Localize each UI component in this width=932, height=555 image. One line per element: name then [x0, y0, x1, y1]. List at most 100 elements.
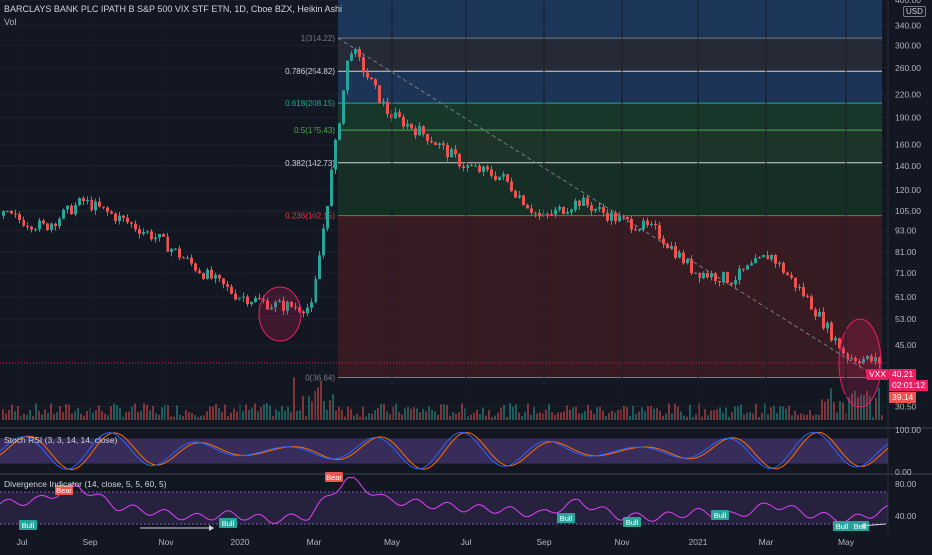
- volume-bar: [659, 410, 661, 420]
- volume-bar: [380, 403, 382, 420]
- chart-svg[interactable]: 400.00 340.00 300.00 260.00 220.00 190.00 160.…: [0, 0, 932, 550]
- volume-bar: [572, 407, 574, 420]
- volume-bar: [368, 413, 370, 420]
- volume-bar: [545, 409, 547, 420]
- divergence-tag: Bull: [219, 518, 237, 528]
- currency-badge[interactable]: USD: [903, 6, 926, 17]
- volume-bar: [134, 403, 136, 420]
- volume-bar: [638, 411, 640, 420]
- time-tick-label: 2021: [689, 537, 708, 547]
- volume-bar: [743, 414, 745, 420]
- price-tick-label: 160.00: [895, 140, 921, 150]
- price-tick-label: 61.00: [895, 292, 917, 302]
- candle-body: [122, 215, 125, 218]
- volume-bar: [92, 412, 94, 420]
- volume-bar: [590, 410, 592, 420]
- candle-body: [406, 123, 409, 127]
- candle-body: [106, 207, 109, 212]
- volume-bar: [311, 401, 313, 420]
- volume-bar: [737, 406, 739, 420]
- volume-bar: [815, 414, 817, 420]
- candle-body: [62, 209, 65, 219]
- volume-bar: [251, 407, 253, 420]
- volume-bar: [746, 412, 748, 420]
- candle-body: [586, 197, 589, 206]
- fib-level-label: 1(314.22): [301, 34, 336, 43]
- divergence-tag-text: Bear: [326, 473, 342, 482]
- candle-body: [522, 195, 525, 206]
- stoch-tick-label: 100.00: [895, 425, 921, 435]
- volume-bar: [110, 406, 112, 420]
- candle-body: [50, 223, 53, 230]
- volume-bar: [650, 405, 652, 420]
- candle-body: [142, 232, 145, 234]
- chart-title: BARCLAYS BANK PLC IPATH B S&P 500 VIX ST…: [4, 4, 342, 14]
- candle-body: [626, 217, 629, 219]
- volume-bar: [356, 413, 358, 420]
- candle-body: [594, 208, 597, 211]
- divergence-tick-label: 80.00: [895, 479, 917, 489]
- volume-bar: [662, 415, 664, 420]
- chart-stage[interactable]: 400.00 340.00 300.00 260.00 220.00 190.00 160.…: [0, 0, 932, 550]
- divergence-tag-text: Bull: [222, 519, 235, 528]
- volume-bar: [137, 411, 139, 420]
- volume-bar: [287, 406, 289, 420]
- candle-body: [714, 273, 717, 281]
- volume-bar: [17, 406, 19, 420]
- candle-body: [114, 213, 117, 221]
- candle-body: [678, 252, 681, 258]
- volume-bar: [452, 412, 454, 420]
- volume-bar: [836, 412, 838, 420]
- price-tick-label: 81.00: [895, 247, 917, 257]
- candle-body: [750, 263, 753, 266]
- volume-bar: [794, 410, 796, 420]
- volume-bar: [617, 410, 619, 420]
- volume-bar: [269, 405, 271, 420]
- volume-bar: [812, 415, 814, 420]
- time-tick-label: May: [838, 537, 855, 547]
- candle-body: [550, 213, 553, 215]
- volume-bar: [431, 409, 433, 420]
- volume-bar: [701, 416, 703, 420]
- volume-bar: [29, 410, 31, 420]
- volume-bar: [173, 416, 175, 420]
- volume-bar: [443, 404, 445, 420]
- volume-bar: [68, 404, 70, 420]
- volume-bar: [560, 412, 562, 420]
- candle-body: [14, 213, 17, 215]
- time-tick-label: Mar: [307, 537, 322, 547]
- volume-bar: [395, 403, 397, 420]
- volume-bar: [308, 396, 310, 420]
- volume-bar: [716, 409, 718, 420]
- price-tick-label: 300.00: [895, 40, 921, 50]
- candle-body: [458, 154, 461, 167]
- candle-body: [706, 272, 709, 278]
- candle-body: [258, 297, 261, 300]
- volume-bar: [806, 414, 808, 420]
- volume-bar: [143, 403, 145, 420]
- candle-body: [94, 201, 97, 211]
- candle-body: [154, 237, 157, 240]
- candle-body: [386, 101, 389, 115]
- volume-bar: [236, 411, 238, 420]
- candle-body: [450, 149, 453, 158]
- volume-bar: [347, 406, 349, 420]
- fib-level-label: 0.5(175.43): [294, 126, 335, 135]
- candle-body: [422, 126, 425, 134]
- volume-bar: [350, 409, 352, 420]
- volume-bar: [155, 413, 157, 420]
- candle-body: [502, 174, 505, 177]
- volume-bar: [377, 408, 379, 420]
- price-tick-label: 71.00: [895, 268, 917, 278]
- candle-body: [822, 311, 825, 329]
- volume-bar: [224, 404, 226, 420]
- candle-body: [242, 296, 245, 298]
- volume-bar: [341, 409, 343, 420]
- volume-bar: [761, 412, 763, 420]
- volume-bar: [515, 404, 517, 420]
- volume-bar: [758, 416, 760, 420]
- candle-body: [434, 142, 437, 146]
- volume-bar: [446, 404, 448, 420]
- candle-body: [590, 205, 593, 211]
- candle-body: [46, 223, 49, 230]
